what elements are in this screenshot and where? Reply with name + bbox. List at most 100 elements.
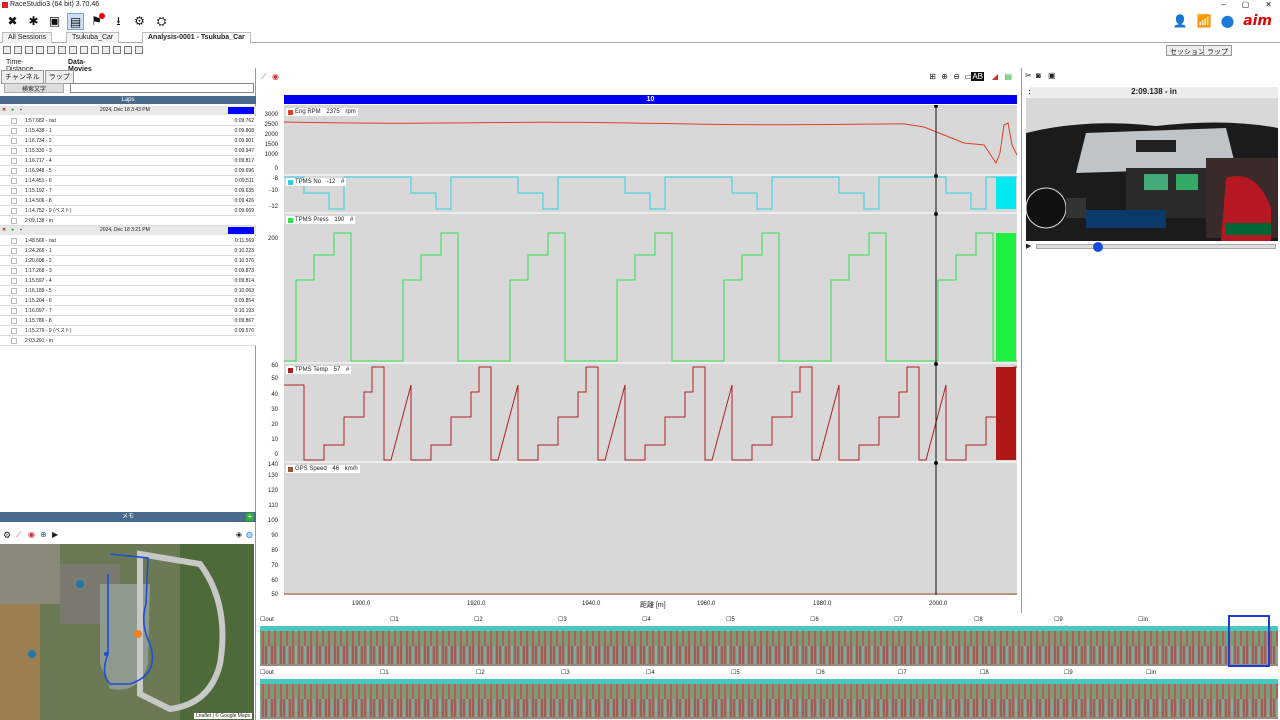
strip-lap-label[interactable]: ☐ in	[1138, 616, 1148, 623]
lock-icon[interactable]: ▪	[20, 106, 22, 115]
lap-checkbox[interactable]	[11, 258, 17, 264]
plot-area[interactable]: Eng RPM 2375 rpm TPMS No -12 # TPMS Pres…	[283, 104, 1033, 595]
lap-checkbox[interactable]	[11, 268, 17, 274]
lap-checkbox[interactable]	[11, 218, 17, 224]
lap-checkbox[interactable]	[11, 178, 17, 184]
session-color[interactable]	[228, 227, 254, 234]
strip-selection[interactable]	[1228, 615, 1270, 667]
session-header[interactable]: ✕ ● ▪ 2024, Dec 18 3:21 PM	[0, 226, 256, 235]
zoom-out-icon[interactable]: ⊖	[953, 72, 960, 81]
channel-button[interactable]: チャンネル	[1, 70, 44, 84]
bars-icon[interactable]: ▤	[1004, 72, 1012, 81]
lap-row[interactable]: 2:09.138 - in	[0, 216, 256, 226]
strip1[interactable]	[260, 626, 1278, 666]
network-icon[interactable]: ⬤	[1221, 14, 1234, 28]
lap-row[interactable]: 1:15.438 - 1 0:09.808	[0, 126, 256, 136]
strip-lap-label[interactable]: ☐ out	[260, 616, 274, 623]
maximize-button[interactable]: ▢	[1242, 0, 1250, 9]
lap-checkbox[interactable]	[11, 128, 17, 134]
strip-lap-label[interactable]: ☐ 3	[561, 669, 570, 676]
close-icon[interactable]: ✕	[2, 226, 6, 235]
lap-row[interactable]: 1:14.506 - 8 0:09.426	[0, 196, 256, 206]
wifi-icon[interactable]: 📶	[1197, 14, 1212, 28]
cut-icon[interactable]: ✂	[1025, 71, 1032, 80]
lap-checkbox[interactable]	[11, 298, 17, 304]
add-memo-icon[interactable]: +	[246, 513, 254, 521]
strip-lap-label[interactable]: ☐ 6	[816, 669, 825, 676]
lap-row[interactable]: 1:17.268 - 3 0:09.873	[0, 266, 256, 276]
strip-lap-label[interactable]: ☐ 2	[474, 616, 483, 623]
strip-lap-label[interactable]: ☐ out	[260, 669, 274, 676]
tab-tsukuba-car[interactable]: Tsukuba_Car	[66, 32, 120, 43]
zoom-in-icon[interactable]: ⊕	[941, 72, 948, 81]
video-settings-icon[interactable]: ▣	[1048, 71, 1056, 80]
lock-icon[interactable]: ▪	[20, 226, 22, 235]
tool-icon-5[interactable]	[58, 46, 66, 54]
strip-lap-label[interactable]: ☐ 1	[380, 669, 389, 676]
strip-lap-label[interactable]: ☐ 6	[810, 616, 819, 623]
strip-lap-label[interactable]: ☐ 5	[726, 616, 735, 623]
strip-lap-label[interactable]: ☐ 1	[390, 616, 399, 623]
strip-lap-label[interactable]: ☐ in	[1146, 669, 1156, 676]
lap-list-button[interactable]: ラップ	[44, 70, 74, 84]
lap-checkbox[interactable]	[11, 248, 17, 254]
analysis-icon[interactable]: ▣	[46, 13, 63, 30]
globe-icon[interactable]: ◍	[246, 530, 253, 539]
search-input[interactable]	[70, 83, 254, 93]
play-icon[interactable]: ▶	[52, 530, 58, 539]
lap-checkbox[interactable]	[11, 318, 17, 324]
lap-checkbox[interactable]	[11, 118, 17, 124]
lap-row[interactable]: 1:24.266 - 1 0:10.223	[0, 246, 256, 256]
ab-icon[interactable]: AB	[971, 72, 984, 81]
lap-checkbox[interactable]	[11, 288, 17, 294]
lap-row[interactable]: 1:14.451 - 6 0:09.511	[0, 176, 256, 186]
close-button[interactable]: ✕	[1265, 0, 1272, 9]
lap-row[interactable]: 1:16.717 - 4 0:09.817	[0, 156, 256, 166]
grid-icon[interactable]: ⊞	[929, 72, 936, 81]
lap-row[interactable]: 1:15.786 - 8 0:09.867	[0, 316, 256, 326]
download-icon[interactable]: ⭳	[110, 13, 127, 30]
record-icon[interactable]: ◉	[272, 72, 279, 81]
tool-icon-8[interactable]	[91, 46, 99, 54]
lap-checkbox[interactable]	[11, 328, 17, 334]
strip-lap-label[interactable]: ☐ 8	[980, 669, 989, 676]
gear-icon[interactable]: ⚙	[3, 530, 11, 541]
devices-icon[interactable]: ⛭	[153, 13, 170, 30]
lap-row[interactable]: 1:15.330 - 3 0:09.947	[0, 146, 256, 156]
lap-row[interactable]: 1:14.752 - 9 (ベスト) 0:09.669	[0, 206, 256, 216]
tool-icon-4[interactable]	[47, 46, 55, 54]
zoom-icon[interactable]	[3, 46, 11, 54]
lap-checkbox[interactable]	[11, 158, 17, 164]
tools-icon[interactable]: ✖	[4, 13, 21, 30]
strip-lap-label[interactable]: ☐ 3	[558, 616, 567, 623]
info-icon[interactable]: ●	[11, 106, 14, 115]
tool-icon-3[interactable]	[36, 46, 44, 54]
data-icon[interactable]: ▤	[67, 13, 84, 30]
lap-checkbox[interactable]	[11, 308, 17, 314]
track-map[interactable]: Leaflet | © Google Maps	[0, 544, 254, 720]
pen-icon[interactable]: ⟋	[261, 72, 267, 82]
lap-row[interactable]: 1:15.204 - 6 0:09.854	[0, 296, 256, 306]
lap-row[interactable]: 1:16.734 - 2 0:09.901	[0, 136, 256, 146]
tab-all-sessions[interactable]: All Sessions	[2, 32, 53, 43]
target-icon[interactable]: ⊕	[40, 530, 47, 539]
strip-lap-label[interactable]: ☐ 7	[898, 669, 907, 676]
tool-icon-10[interactable]	[113, 46, 121, 54]
alerts-icon[interactable]: ⚑	[88, 13, 105, 30]
lap-row[interactable]: 1:16.189 - 5 0:10.063	[0, 286, 256, 296]
lap-row[interactable]: 1:15.279 - 9 (ベスト) 0:09.576	[0, 326, 256, 336]
lap-row[interactable]: 1:57.682 - out 0:09.762	[0, 116, 256, 126]
tool-icon-1[interactable]	[14, 46, 22, 54]
tool-icon-7[interactable]	[80, 46, 88, 54]
video-slider-thumb[interactable]	[1093, 242, 1103, 252]
lap-row[interactable]: 2:03.291 - in	[0, 336, 256, 346]
camera-icon[interactable]: ◙	[1036, 71, 1041, 80]
session-header[interactable]: ✕ ● ▪ 2024, Dec 18 3:43 PM	[0, 106, 256, 115]
play-icon[interactable]: ▶	[1026, 242, 1031, 250]
strip-lap-label[interactable]: ☐ 4	[642, 616, 651, 623]
lap-row[interactable]: 1:15.597 - 4 0:09.814	[0, 276, 256, 286]
strip-lap-label[interactable]: ☐ 8	[974, 616, 983, 623]
lap-checkbox[interactable]	[11, 278, 17, 284]
strip-lap-label[interactable]: ☐ 5	[731, 669, 740, 676]
lap-checkbox[interactable]	[11, 238, 17, 244]
